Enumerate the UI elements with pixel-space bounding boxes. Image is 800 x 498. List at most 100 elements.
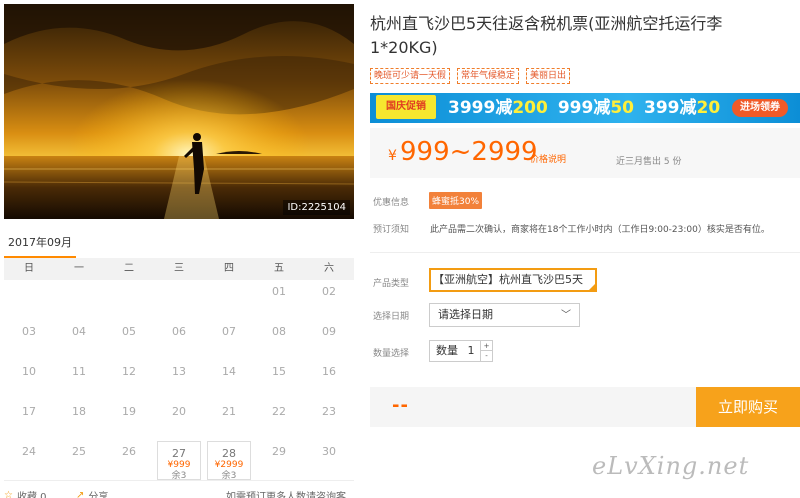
product-type-option[interactable]: 【亚洲航空】杭州直飞沙巴5天 bbox=[429, 268, 597, 292]
share-label: 分享 bbox=[88, 492, 109, 498]
calendar-day: 05 bbox=[104, 320, 154, 360]
calendar-day[interactable]: 27 ¥999 余3 bbox=[157, 441, 201, 481]
quantity-value: 1 bbox=[467, 344, 475, 357]
calendar-day: 03 bbox=[4, 320, 54, 360]
calendar-day: 25 bbox=[54, 440, 104, 480]
date-calendar: 日 一 二 三 四 五 六 01 02 03 04 05 06 07 08 09 10 11 12 13 14 15 16… bbox=[4, 258, 354, 481]
offer-threshold: 399减 bbox=[644, 98, 697, 118]
calendar-day[interactable]: 28 ¥2999 余3 bbox=[207, 441, 251, 481]
weekday-label: 一 bbox=[74, 263, 84, 274]
quantity-step-controls: + - bbox=[480, 341, 492, 361]
day-number: 02 bbox=[322, 285, 336, 298]
feature-tag: 常年气候稳定 bbox=[457, 68, 520, 84]
day-number: 26 bbox=[122, 445, 136, 458]
day-number: 22 bbox=[272, 405, 286, 418]
calendar-day: 26 bbox=[104, 440, 154, 480]
date-select[interactable]: 请选择日期 ﹀ bbox=[429, 303, 580, 327]
weekday-label: 日 bbox=[24, 263, 34, 274]
calendar-day: 18 bbox=[54, 400, 104, 440]
day-number: 25 bbox=[72, 445, 86, 458]
calendar-day: 21 bbox=[204, 400, 254, 440]
chevron-down-icon: ﹀ bbox=[561, 310, 571, 321]
day-number: 21 bbox=[222, 405, 236, 418]
calendar-day: 11 bbox=[54, 360, 104, 400]
calendar-day: 17 bbox=[4, 400, 54, 440]
calendar-day: 20 bbox=[154, 400, 204, 440]
calendar-day: 06 bbox=[154, 320, 204, 360]
decrement-button[interactable]: - bbox=[481, 351, 492, 361]
date-select-value: 请选择日期 bbox=[438, 308, 493, 321]
day-number: 30 bbox=[322, 445, 336, 458]
day-number: 23 bbox=[322, 405, 336, 418]
day-number: 13 bbox=[172, 365, 186, 378]
product-photo[interactable]: ID:2225104 bbox=[4, 4, 354, 219]
day-number: 27 bbox=[172, 447, 186, 460]
calendar-empty-cell bbox=[54, 280, 104, 320]
promo-banner[interactable]: 国庆促销 3999减200 999减50 399减20 进场领券 bbox=[370, 93, 800, 123]
day-price: ¥999 bbox=[167, 460, 191, 470]
calendar-day: 12 bbox=[104, 360, 154, 400]
day-number: 01 bbox=[272, 285, 286, 298]
buy-bar: -- 立即购买 bbox=[370, 387, 800, 427]
day-number: 07 bbox=[222, 325, 236, 338]
calendar-day: 10 bbox=[4, 360, 54, 400]
day-stock: 余3 bbox=[171, 471, 187, 481]
day-number: 03 bbox=[22, 325, 36, 338]
calendar-empty-cell bbox=[104, 280, 154, 320]
weekday-label: 五 bbox=[274, 263, 284, 274]
photo-id: ID:2225104 bbox=[283, 200, 350, 215]
day-number: 15 bbox=[272, 365, 286, 378]
promo-offer: 999减50 bbox=[558, 98, 634, 118]
weekday-label: 四 bbox=[224, 263, 234, 274]
buy-now-button[interactable]: 立即购买 bbox=[696, 387, 800, 427]
day-number: 29 bbox=[272, 445, 286, 458]
weekday-label: 二 bbox=[124, 263, 134, 274]
day-number: 16 bbox=[322, 365, 336, 378]
calendar-day: 24 bbox=[4, 440, 54, 480]
quantity-text: 数量 bbox=[436, 344, 458, 357]
increment-button[interactable]: + bbox=[481, 341, 492, 351]
promo-offer: 399减20 bbox=[644, 98, 720, 118]
calendar-day: 30 bbox=[304, 440, 354, 480]
date-label: 选择日期 bbox=[373, 312, 410, 322]
discount-label: 优惠信息 bbox=[373, 198, 410, 208]
promo-offers: 3999减200 999减50 399减20 bbox=[448, 96, 730, 120]
day-number: 09 bbox=[322, 325, 336, 338]
day-number: 17 bbox=[22, 405, 36, 418]
divider bbox=[370, 252, 800, 253]
day-number: 24 bbox=[22, 445, 36, 458]
promo-badge: 国庆促销 bbox=[376, 95, 436, 119]
calendar-days: 01 02 03 04 05 06 07 08 09 10 11 12 13 14 15 16 17 18 19 20… bbox=[4, 280, 354, 481]
calendar-day: 02 bbox=[304, 280, 354, 320]
quantity-stepper[interactable]: 数量 1 + - bbox=[429, 340, 493, 362]
calendar-day: 22 bbox=[254, 400, 304, 440]
quantity-label: 数量选择 bbox=[373, 349, 410, 359]
get-coupon-button[interactable]: 进场领券 bbox=[732, 99, 788, 117]
calendar-day: 23 bbox=[304, 400, 354, 440]
price-explain-link[interactable]: 价格说明 bbox=[530, 152, 566, 165]
offer-discount: 20 bbox=[696, 98, 721, 118]
day-number: 14 bbox=[222, 365, 236, 378]
calendar-day: 13 bbox=[154, 360, 204, 400]
star-icon: ☆ bbox=[4, 490, 13, 498]
calendar-day: 29 bbox=[254, 440, 304, 480]
favorite-button[interactable]: ☆ 收藏 0 bbox=[4, 488, 47, 498]
share-icon: ↗ bbox=[76, 490, 85, 498]
notice-text: 此产品需二次确认，商家将在18个工作小时内（工作日9:00-23:00）核实是否… bbox=[430, 225, 770, 235]
weekday-label: 六 bbox=[324, 263, 334, 274]
favorite-label: 收藏 0 bbox=[16, 492, 47, 498]
price-currency: ¥ bbox=[388, 148, 397, 164]
offer-discount: 200 bbox=[512, 98, 548, 118]
offer-discount: 50 bbox=[610, 98, 634, 118]
offer-threshold: 3999减 bbox=[448, 98, 513, 118]
day-price: ¥2999 bbox=[214, 460, 244, 470]
weekday-label: 三 bbox=[174, 263, 184, 274]
promo-offer: 3999减200 bbox=[448, 98, 548, 118]
feature-tag: 美丽日出 bbox=[526, 68, 571, 84]
offer-threshold: 999减 bbox=[557, 98, 611, 118]
day-number: 04 bbox=[72, 325, 86, 338]
day-number: 05 bbox=[122, 325, 136, 338]
calendar-day: 19 bbox=[104, 400, 154, 440]
consult-note: 如需预订更多人数请咨询客服 bbox=[226, 492, 346, 498]
share-button[interactable]: ↗ 分享 bbox=[76, 488, 108, 498]
